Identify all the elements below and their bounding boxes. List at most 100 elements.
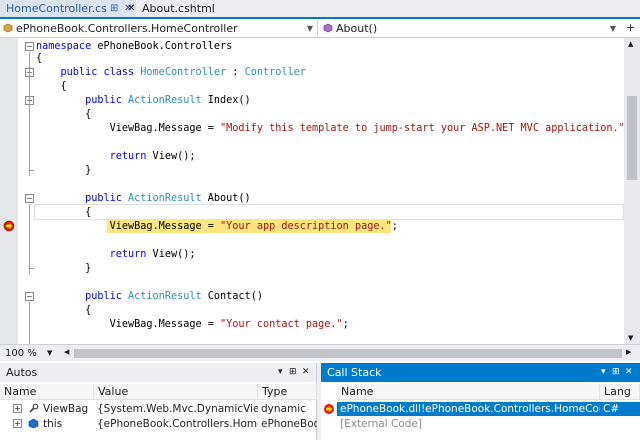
autos-window: Autos ▾ ⊞ ✕ Name Value Type + ViewBag {S… (0, 363, 317, 440)
code-line[interactable]: namespace ePhoneBook.Controllers (36, 40, 232, 53)
code-line[interactable]: public class HomeController : Controller (36, 66, 306, 79)
panel-menu-icon[interactable]: ▾ (278, 363, 283, 382)
code-token: View(); (146, 249, 196, 260)
code-token: public (36, 291, 129, 302)
tab-homecontroller-cs[interactable]: HomeController.cs ⊞ ✕ (0, 0, 136, 17)
horizontal-scroll-thumb[interactable] (74, 349, 622, 358)
close-icon[interactable]: ✕ (625, 363, 633, 382)
document-tab-bar: HomeController.cs ⊞ ✕ About.cshtml ✕ (0, 0, 640, 19)
code-token: Index() (201, 95, 251, 106)
code-line[interactable]: ViewBag.Message = "Your app description … (36, 220, 398, 233)
code-line[interactable]: public ActionResult Index() (36, 94, 251, 107)
current-frame-arrow-icon (324, 404, 334, 414)
navigation-bar: ePhoneBook.Controllers.HomeController ▼ … (0, 19, 640, 38)
member-selector-dropdown[interactable]: About() ▼ (320, 20, 620, 37)
object-icon (28, 418, 39, 429)
collapse-icon[interactable]: − (25, 194, 34, 203)
autos-title: Autos (6, 366, 38, 379)
pin-icon[interactable]: ⊞ (110, 0, 118, 17)
current-line-highlight (34, 204, 624, 220)
code-token: namespace (36, 41, 92, 52)
code-line[interactable]: public ActionResult About() (36, 192, 251, 205)
type-selector-dropdown[interactable]: ePhoneBook.Controllers.HomeController ▼ (0, 20, 318, 37)
expand-icon[interactable]: + (13, 419, 22, 428)
indicator-margin[interactable] (0, 38, 18, 344)
autos-row-name[interactable]: this (40, 417, 94, 431)
autos-col-value[interactable]: Value (94, 384, 258, 400)
code-token: ; (391, 221, 398, 232)
chevron-down-icon: ▼ (306, 24, 313, 33)
code-line[interactable]: { (36, 80, 67, 93)
code-token: public class (36, 67, 141, 78)
method-icon (323, 23, 333, 33)
type-selector-label: ePhoneBook.Controllers.HomeController (16, 22, 238, 35)
call-stack-col-lang[interactable]: Lang (600, 384, 640, 400)
code-token: : (226, 67, 245, 78)
scroll-up-icon[interactable]: ▲ (628, 40, 633, 48)
vertical-scroll-thumb[interactable] (627, 96, 637, 180)
close-icon[interactable]: ✕ (302, 363, 310, 382)
code-token: Controller (244, 67, 306, 78)
code-line[interactable]: ViewBag.Message = "Your contact page."; (36, 318, 349, 331)
class-icon (3, 23, 13, 33)
code-token: ViewBag.Message = (36, 221, 221, 232)
call-stack-row-name[interactable]: [External Code] (337, 417, 600, 431)
tab2-close-icon[interactable]: ✕ (127, 0, 135, 17)
vertical-scrollbar[interactable]: ▲ ▼ (624, 38, 640, 344)
outline-guide (29, 52, 30, 78)
pin-icon[interactable]: ⊞ (612, 363, 620, 382)
call-stack-title-bar: Call Stack ▾ ⊞ ✕ (321, 363, 640, 382)
pin-icon[interactable]: ⊞ (289, 363, 297, 382)
code-line[interactable]: } (36, 164, 91, 177)
tab-label: HomeController.cs (6, 2, 107, 15)
code-token: { (36, 109, 92, 120)
code-line[interactable]: public ActionResult Contact() (36, 290, 263, 303)
code-line[interactable]: ViewBag.Message = "Modify this template … (36, 122, 624, 135)
code-token: { (36, 53, 43, 64)
panel-menu-icon[interactable]: ▾ (601, 363, 606, 382)
zoom-level-dropdown[interactable]: 100 % ▼ (3, 347, 59, 360)
code-token: ViewBag.Message = (36, 319, 221, 330)
code-token: ActionResult (128, 193, 202, 204)
code-token: ; (342, 319, 349, 330)
autos-col-type[interactable]: Type (258, 384, 317, 400)
code-token: ActionResult (128, 291, 202, 302)
collapse-icon[interactable]: − (25, 42, 34, 51)
code-token: "Your contact page." (220, 319, 343, 330)
code-line[interactable]: } (36, 262, 91, 275)
code-line[interactable]: { (36, 206, 91, 219)
tab-label: About.cshtml (142, 2, 215, 15)
autos-row-value[interactable]: {System.Web.Mvc.DynamicViewDat (94, 402, 258, 416)
code-line[interactable]: { (36, 304, 91, 317)
scroll-left-icon[interactable]: ◀ (64, 348, 69, 356)
autos-row-name[interactable]: ViewBag (40, 402, 94, 416)
outline-guide (29, 204, 30, 274)
code-token: ePhoneBook.Controllers (91, 41, 233, 52)
tab-about-cshtml[interactable]: About.cshtml (136, 0, 246, 17)
split-editor-icon[interactable]: + (626, 21, 635, 34)
autos-row-value[interactable]: {ePhoneBook.Controllers.HomeCor (94, 417, 258, 431)
code-line[interactable]: { (36, 52, 42, 65)
code-line[interactable]: { (36, 108, 91, 121)
code-line[interactable]: return View(); (36, 150, 196, 163)
code-line[interactable]: return View(); (36, 248, 196, 261)
chevron-down-icon: ▼ (47, 349, 53, 357)
code-token: View(); (146, 151, 196, 162)
code-editor[interactable]: namespace ePhoneBook.Controllers{ public… (0, 38, 624, 344)
expand-icon[interactable]: + (13, 404, 22, 413)
outline-guide (29, 302, 30, 344)
collapse-icon[interactable]: − (25, 292, 34, 301)
autos-col-name[interactable]: Name (0, 384, 94, 400)
code-token: public (36, 193, 129, 204)
code-token: public (36, 95, 129, 106)
call-stack-row-name[interactable]: ePhoneBook.dll!ePhoneBook.Controllers.Ho… (337, 402, 600, 416)
scroll-down-icon[interactable]: ▼ (628, 334, 633, 342)
code-token: return (109, 249, 147, 260)
call-stack-col-name[interactable]: Name (337, 384, 600, 400)
member-selector-label: About() (336, 22, 378, 35)
breakpoint-arrow-icon[interactable] (3, 220, 15, 232)
scroll-right-icon[interactable]: ▶ (626, 348, 631, 356)
call-stack-row-lang (600, 417, 640, 431)
